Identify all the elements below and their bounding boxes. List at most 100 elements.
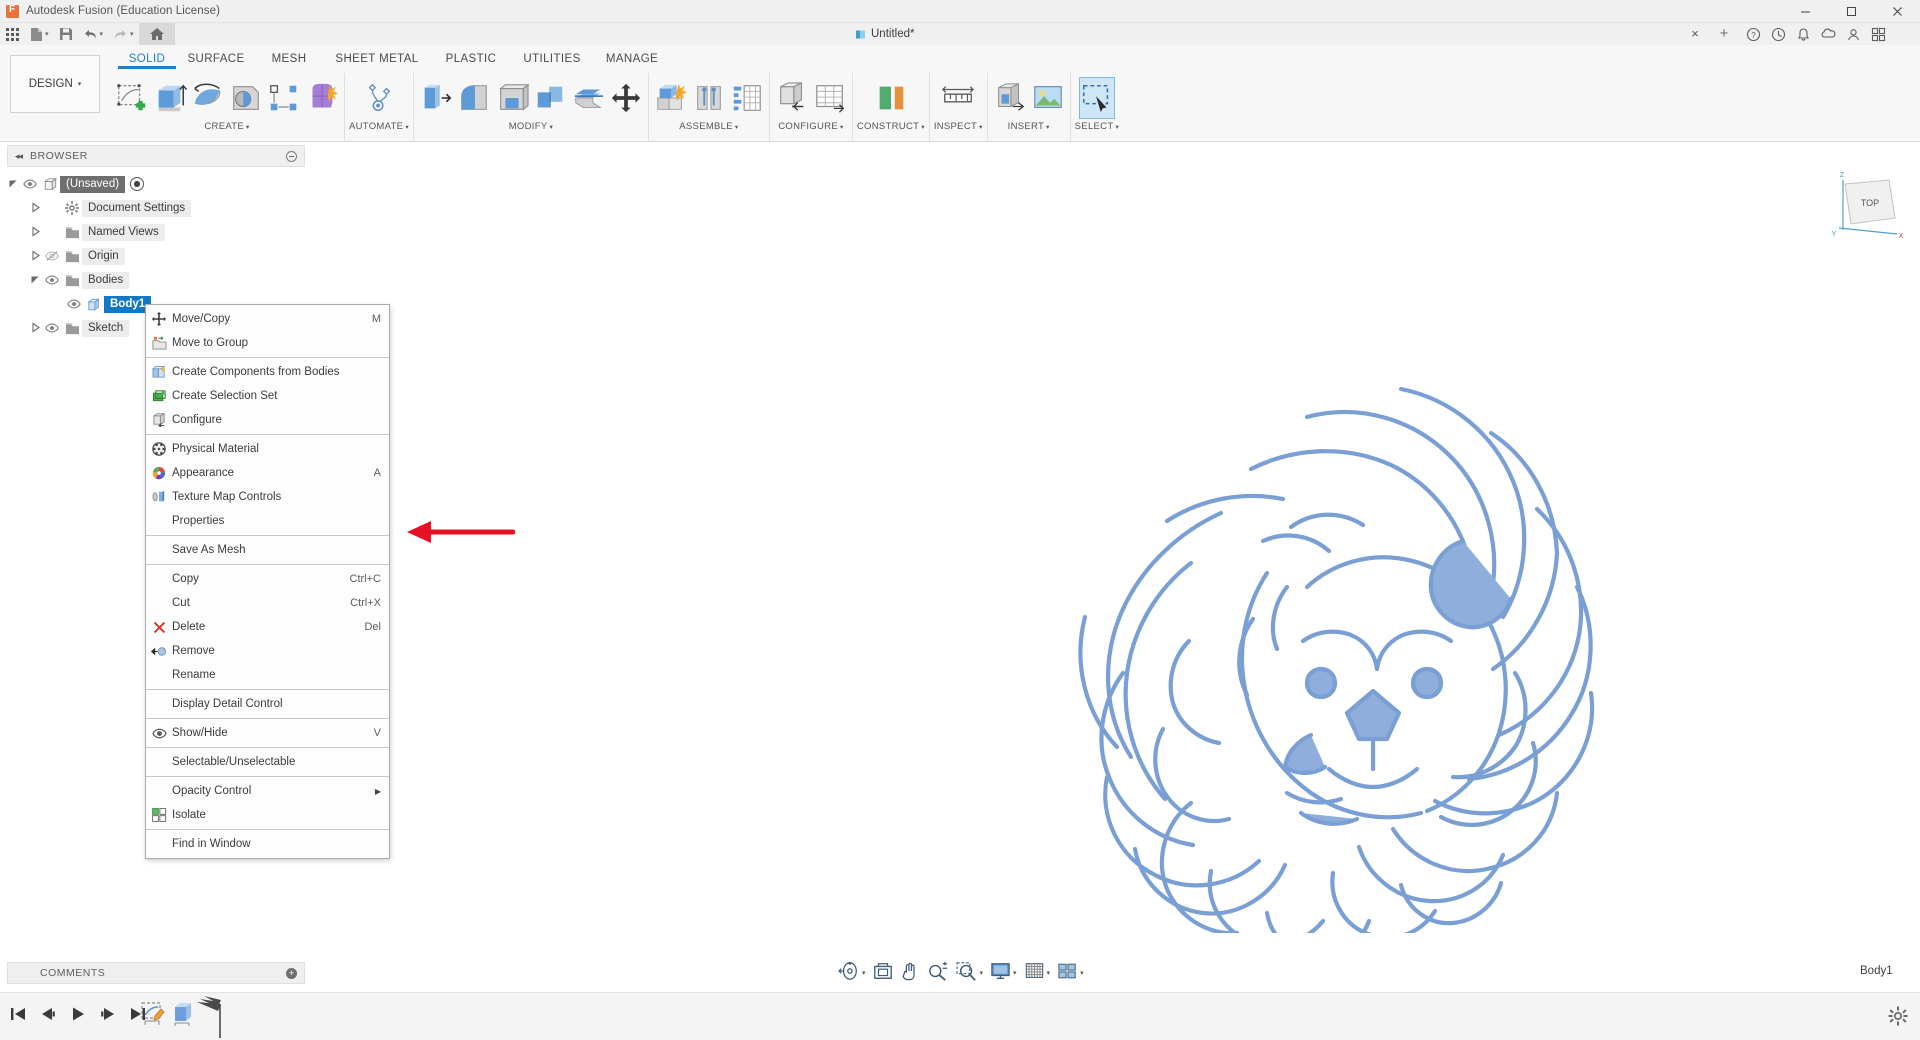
expand-arrow-right-icon[interactable] [29, 201, 42, 215]
menu-find-in-window[interactable]: Find in Window [146, 832, 389, 856]
add-comment-button[interactable]: + [286, 967, 297, 979]
bell-clock-icon[interactable] [1767, 23, 1789, 45]
close-button[interactable] [1874, 0, 1920, 23]
visibility-eye-icon[interactable] [64, 297, 84, 311]
expand-arrow-down-icon[interactable] [7, 178, 20, 191]
combine-icon[interactable] [532, 77, 568, 119]
configuration-table-icon[interactable] [812, 77, 848, 119]
expand-arrow-right-icon[interactable] [29, 321, 42, 335]
chevron-down-icon[interactable]: ▾ [980, 969, 984, 977]
home-button[interactable] [138, 23, 175, 45]
model-canvas[interactable] [306, 143, 1920, 955]
undo-button[interactable]: ▾ [78, 23, 109, 45]
menu-opacity-control[interactable]: Opacity Control ▶ [146, 779, 389, 803]
ribbon-group-label[interactable]: MODIFY ▾ [509, 119, 553, 135]
workspace-selector[interactable]: DESIGN ▾ [10, 55, 100, 113]
menu-copy[interactable]: Copy Ctrl+C [146, 567, 389, 591]
ribbon-group-label[interactable]: ASSEMBLE ▾ [679, 119, 738, 135]
person-icon[interactable] [1842, 23, 1864, 45]
ribbon-tab-surface[interactable]: SURFACE [176, 51, 256, 69]
extrude-icon[interactable] [152, 77, 188, 119]
tree-node-origin[interactable]: Origin [7, 244, 305, 268]
timeline-play[interactable] [68, 1002, 88, 1030]
menu-configure[interactable]: Configure [146, 408, 389, 432]
menu-texture-map-controls[interactable]: Texture Map Controls [146, 485, 389, 509]
activate-component-radio[interactable] [130, 177, 145, 191]
close-tab-button[interactable]: × [1688, 27, 1702, 41]
menu-properties[interactable]: Properties [146, 509, 389, 533]
menu-save-as-mesh[interactable]: Save As Mesh [146, 538, 389, 562]
joint-origin-icon[interactable] [729, 77, 765, 119]
menu-create-selection-set[interactable]: Create Selection Set [146, 384, 389, 408]
pan-button[interactable] [897, 960, 923, 986]
chevron-down-icon[interactable]: ▾ [1047, 969, 1051, 977]
new-component-icon[interactable] [653, 77, 689, 119]
press-pull-icon[interactable] [418, 77, 454, 119]
expand-arrow-down-icon[interactable] [29, 274, 42, 287]
question-circle-icon[interactable]: ? [1742, 23, 1764, 45]
ribbon-group-label[interactable]: SELECT ▾ [1075, 119, 1119, 135]
ribbon-tab-mesh[interactable]: MESH [256, 51, 322, 69]
ribbon-group-label[interactable]: INSERT ▾ [1008, 119, 1050, 135]
menu-cut[interactable]: Cut Ctrl+X [146, 591, 389, 615]
insert-canvas-icon[interactable] [1030, 77, 1066, 119]
fillet-icon[interactable] [456, 77, 492, 119]
browser-options-icon[interactable] [286, 150, 297, 162]
menu-remove[interactable]: Remove [146, 639, 389, 663]
view-cube[interactable]: TOP Z Y X [1825, 168, 1905, 248]
timeline-step-back[interactable] [38, 1002, 58, 1030]
ribbon-tab-utilities[interactable]: UTILITIES [510, 51, 594, 69]
ribbon-tab-plastic[interactable]: PLASTIC [432, 51, 510, 69]
expand-arrow-right-icon[interactable] [29, 225, 42, 239]
timeline-go-to-beginning[interactable] [8, 1002, 28, 1030]
save-button[interactable] [54, 23, 78, 45]
collapse-browser-icon[interactable]: ◂◂ [15, 151, 23, 162]
tree-node-bodies[interactable]: Bodies [7, 268, 305, 292]
ribbon-group-label[interactable]: INSPECT ▾ [934, 119, 983, 135]
split-face-icon[interactable] [570, 77, 606, 119]
ribbon-tab-sheet-metal[interactable]: SHEET METAL [322, 51, 432, 69]
ribbon-group-label[interactable]: CONSTRUCT ▾ [857, 119, 925, 135]
ribbon-group-label[interactable]: CREATE ▾ [204, 119, 249, 135]
app-grid-button[interactable] [0, 23, 25, 45]
measure-icon[interactable] [940, 77, 976, 119]
menu-display-detail-control[interactable]: Display Detail Control [146, 692, 389, 716]
zoom-window-button[interactable]: ▾ [953, 960, 987, 986]
timeline-settings-gear[interactable] [1888, 1006, 1908, 1031]
expand-arrow-right-icon[interactable] [29, 249, 42, 263]
select-window-icon[interactable] [1078, 77, 1115, 119]
hole-icon[interactable] [228, 77, 264, 119]
move-copy-icon[interactable] [608, 77, 644, 119]
menu-move-to-group[interactable]: Move to Group [146, 331, 389, 355]
look-at-button[interactable] [870, 960, 896, 986]
chevron-down-icon[interactable]: ▾ [862, 969, 866, 977]
menu-isolate[interactable]: Isolate [146, 803, 389, 827]
tree-node-named-views[interactable]: Named Views [7, 220, 305, 244]
menu-move-copy[interactable]: Move/Copy M [146, 307, 389, 331]
menu-show-hide[interactable]: Show/Hide V [146, 721, 389, 745]
ribbon-tab-manage[interactable]: MANAGE [594, 51, 670, 69]
ribbon-tab-solid[interactable]: SOLID [118, 51, 176, 69]
configure-icon[interactable] [774, 77, 810, 119]
visibility-eye-icon[interactable] [42, 321, 62, 335]
maximize-button[interactable] [1828, 0, 1874, 23]
offset-plane-icon[interactable] [873, 77, 909, 119]
rectangular-pattern-icon[interactable] [266, 77, 302, 119]
new-file-button[interactable]: ▾ [25, 23, 54, 45]
document-tab[interactable]: Untitled* [855, 23, 914, 45]
cloud-status-icon[interactable] [1817, 23, 1839, 45]
ribbon-group-label[interactable]: AUTOMATE ▾ [349, 119, 409, 135]
timeline-feature-sketch[interactable] [140, 999, 166, 1034]
shell-icon[interactable] [494, 77, 530, 119]
viewport-layout-button[interactable]: ▾ [1054, 960, 1087, 986]
timeline-marker[interactable] [193, 996, 233, 1040]
tree-node-document-settings[interactable]: Document Settings [7, 196, 305, 220]
menu-rename[interactable]: Rename [146, 663, 389, 687]
bell-icon[interactable] [1792, 23, 1814, 45]
zoom-button[interactable] [924, 960, 952, 986]
menu-physical-material[interactable]: Physical Material [146, 437, 389, 461]
timeline-step-forward[interactable] [98, 1002, 118, 1030]
chevron-down-icon[interactable]: ▾ [1080, 969, 1084, 977]
orbit-button[interactable]: ▾ [835, 960, 869, 986]
visibility-eye-icon[interactable] [42, 273, 62, 287]
